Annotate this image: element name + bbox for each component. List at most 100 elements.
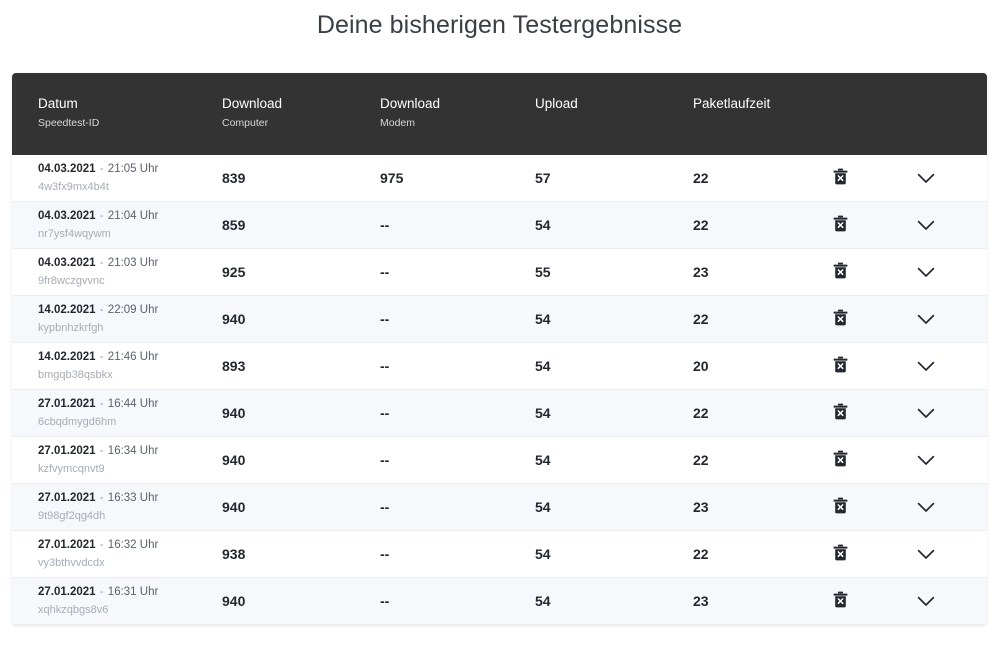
table-row[interactable]: 04.03.2021 - 21:03 Uhr 9fr8wczgvvnc 925 -- 5… — [12, 248, 987, 296]
date-time-separator: - — [96, 303, 107, 316]
chevron-down-icon — [917, 173, 935, 184]
cell-date: 04.03.2021 - 21:05 Uhr 4w3fx9mx4b4t — [12, 155, 220, 202]
trash-icon — [833, 403, 848, 420]
cell-download-modem: -- — [378, 577, 533, 625]
table-row[interactable]: 04.03.2021 - 21:04 Uhr nr7ysf4wqywm 859 -- 5… — [12, 201, 987, 249]
cell-date: 27.01.2021 - 16:31 Uhr xqhkzqbgs8v6 — [12, 577, 220, 625]
cell-delete — [813, 201, 905, 249]
expand-row-button[interactable] — [915, 214, 937, 236]
result-date: 04.03.2021 — [38, 256, 96, 269]
result-time: 22:09 Uhr — [107, 303, 159, 316]
cell-download-computer: 938 — [220, 530, 378, 578]
results-table: Datum Speedtest-ID Download Computer Dow… — [12, 73, 987, 625]
table-row[interactable]: 27.01.2021 - 16:33 Uhr 9t98gf2qg4dh 940 -- 5… — [12, 483, 987, 531]
result-time: 16:34 Uhr — [107, 444, 159, 457]
column-header-date-sublabel: Speedtest-ID — [38, 117, 100, 129]
delete-result-button[interactable] — [829, 213, 851, 235]
result-time: 21:46 Uhr — [107, 350, 159, 363]
cell-download-modem: -- — [378, 201, 533, 249]
table-row[interactable]: 04.03.2021 - 21:05 Uhr 4w3fx9mx4b4t 839 975… — [12, 155, 987, 202]
column-header-upload: Upload — [533, 73, 691, 155]
delete-result-button[interactable] — [829, 542, 851, 564]
cell-delete — [813, 483, 905, 531]
result-datetime: 27.01.2021 - 16:33 Uhr — [38, 491, 220, 506]
delete-result-button[interactable] — [829, 401, 851, 423]
cell-upload: 54 — [533, 342, 691, 390]
cell-download-modem: -- — [378, 248, 533, 296]
table-row[interactable]: 14.02.2021 - 22:09 Uhr kypbnhzkrfgh 940 -- 5… — [12, 295, 987, 343]
date-time-separator: - — [96, 350, 107, 363]
expand-row-button[interactable] — [915, 308, 937, 330]
date-time-separator: - — [96, 397, 107, 410]
cell-delete — [813, 295, 905, 343]
table-row[interactable]: 27.01.2021 - 16:34 Uhr kzfvymcqnvt9 940 -- 5… — [12, 436, 987, 484]
delete-result-button[interactable] — [829, 354, 851, 376]
cell-download-modem: 975 — [378, 155, 533, 202]
result-date: 27.01.2021 — [38, 491, 96, 504]
result-datetime: 27.01.2021 - 16:44 Uhr — [38, 397, 220, 412]
expand-row-button[interactable] — [915, 167, 937, 189]
delete-result-button[interactable] — [829, 260, 851, 282]
result-time: 16:32 Uhr — [107, 538, 159, 551]
column-header-download-modem-label: Download — [380, 96, 441, 111]
speedtest-id: 6cbqdmygd6hm — [38, 415, 117, 428]
cell-download-modem: -- — [378, 389, 533, 437]
expand-row-button[interactable] — [915, 402, 937, 424]
delete-result-button[interactable] — [829, 307, 851, 329]
result-datetime: 27.01.2021 - 16:31 Uhr — [38, 585, 220, 600]
table-row[interactable]: 27.01.2021 - 16:31 Uhr xqhkzqbgs8v6 940 -- 5… — [12, 577, 987, 625]
speedtest-id: nr7ysf4wqywm — [38, 227, 111, 240]
cell-download-computer: 940 — [220, 483, 378, 531]
column-header-date: Datum Speedtest-ID — [12, 73, 220, 155]
delete-result-button[interactable] — [829, 448, 851, 470]
cell-expand — [905, 530, 987, 578]
speedtest-id: bmgqb38qsbkx — [38, 368, 113, 381]
delete-result-button[interactable] — [829, 166, 851, 188]
expand-row-button[interactable] — [915, 496, 937, 518]
cell-delete — [813, 155, 905, 202]
delete-result-button[interactable] — [829, 589, 851, 611]
table-row[interactable]: 27.01.2021 - 16:32 Uhr vy3bthvvdcdx 938 -- 5… — [12, 530, 987, 578]
cell-delete — [813, 389, 905, 437]
result-time: 16:31 Uhr — [107, 585, 159, 598]
expand-row-button[interactable] — [915, 590, 937, 612]
cell-delete — [813, 530, 905, 578]
delete-result-button[interactable] — [829, 495, 851, 517]
expand-row-button[interactable] — [915, 261, 937, 283]
column-header-download-modem-sublabel: Modem — [380, 117, 416, 129]
cell-date: 04.03.2021 - 21:03 Uhr 9fr8wczgvvnc — [12, 248, 220, 296]
cell-paketlaufzeit: 20 — [691, 342, 813, 390]
cell-paketlaufzeit: 23 — [691, 483, 813, 531]
cell-download-modem: -- — [378, 295, 533, 343]
trash-icon — [833, 544, 848, 561]
cell-upload: 54 — [533, 530, 691, 578]
cell-delete — [813, 248, 905, 296]
result-date: 27.01.2021 — [38, 538, 96, 551]
cell-paketlaufzeit: 22 — [691, 436, 813, 484]
chevron-down-icon — [917, 220, 935, 231]
result-date: 14.02.2021 — [38, 350, 96, 363]
speedtest-id: xqhkzqbgs8v6 — [38, 603, 109, 616]
column-header-download-computer: Download Computer — [220, 73, 378, 155]
result-datetime: 14.02.2021 - 21:46 Uhr — [38, 350, 220, 365]
table-header: Datum Speedtest-ID Download Computer Dow… — [12, 73, 987, 155]
expand-row-button[interactable] — [915, 355, 937, 377]
cell-expand — [905, 155, 987, 202]
cell-download-computer: 940 — [220, 436, 378, 484]
result-time: 21:05 Uhr — [107, 162, 159, 175]
expand-row-button[interactable] — [915, 543, 937, 565]
table-row[interactable]: 14.02.2021 - 21:46 Uhr bmgqb38qsbkx 893 -- 5… — [12, 342, 987, 390]
cell-date: 27.01.2021 - 16:33 Uhr 9t98gf2qg4dh — [12, 483, 220, 531]
table-body: 04.03.2021 - 21:05 Uhr 4w3fx9mx4b4t 839 975… — [12, 155, 987, 625]
result-date: 04.03.2021 — [38, 162, 96, 175]
trash-icon — [833, 309, 848, 326]
cell-paketlaufzeit: 22 — [691, 389, 813, 437]
cell-paketlaufzeit: 23 — [691, 248, 813, 296]
result-time: 21:04 Uhr — [107, 209, 159, 222]
expand-row-button[interactable] — [915, 449, 937, 471]
trash-icon — [833, 356, 848, 373]
date-time-separator: - — [96, 209, 107, 222]
table-row[interactable]: 27.01.2021 - 16:44 Uhr 6cbqdmygd6hm 940 -- 5… — [12, 389, 987, 437]
date-time-separator: - — [96, 585, 107, 598]
cell-upload: 54 — [533, 436, 691, 484]
